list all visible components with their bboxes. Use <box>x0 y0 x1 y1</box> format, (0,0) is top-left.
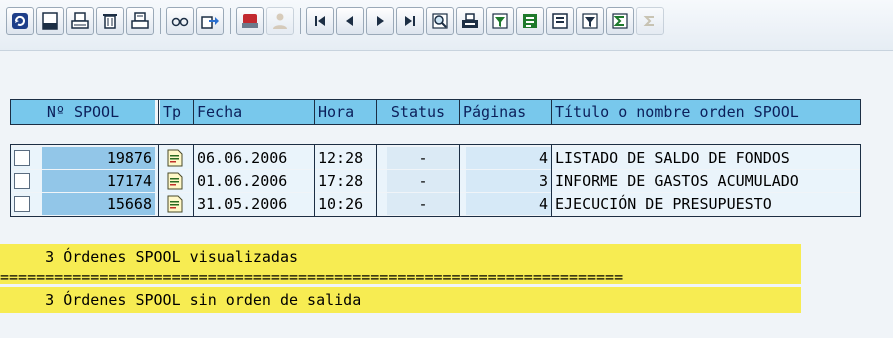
export-list-icon <box>523 14 537 28</box>
spool-number-cell[interactable]: 19876 <box>42 147 155 169</box>
display-contents-button[interactable] <box>36 7 64 35</box>
table-border <box>10 144 11 217</box>
status-cell: - <box>387 193 459 215</box>
print-with-changed-attributes-icon <box>131 12 149 29</box>
row-checkbox[interactable] <box>14 196 30 212</box>
output-device-icon <box>242 14 258 28</box>
column-divider <box>376 99 377 125</box>
column-divider <box>551 144 552 217</box>
filter-icon <box>492 13 508 29</box>
document-type-icon[interactable] <box>167 195 183 213</box>
summary-divider: ========================================… <box>0 270 624 284</box>
local-file-button[interactable] <box>546 7 574 35</box>
status-cell: - <box>387 170 459 192</box>
details-icon <box>171 17 189 27</box>
row-checkbox[interactable] <box>14 173 30 189</box>
refresh-icon <box>12 13 28 29</box>
time-cell: 12:28 <box>318 149 364 167</box>
column-header-time[interactable]: Hora <box>315 100 376 124</box>
sum-button[interactable] <box>606 7 634 35</box>
table-border <box>10 144 861 145</box>
first-page-button[interactable] <box>306 7 334 35</box>
document-type-icon[interactable] <box>167 172 183 190</box>
local-file-icon <box>552 13 568 29</box>
export-button[interactable] <box>196 7 224 35</box>
column-divider <box>459 144 460 217</box>
table-border <box>860 144 861 217</box>
find-button[interactable] <box>426 7 454 35</box>
title-cell: LISTADO DE SALDO DE FONDOS <box>555 149 790 167</box>
column-header-pages[interactable]: Páginas <box>460 100 551 124</box>
subtotal-icon <box>643 16 654 26</box>
delete-button[interactable] <box>96 7 124 35</box>
time-cell: 10:26 <box>318 195 364 213</box>
column-divider <box>459 99 460 125</box>
details-button[interactable] <box>166 7 194 35</box>
summary-displayed: 3 Órdenes SPOOL visualizadas <box>0 244 801 270</box>
column-header-date[interactable]: Fecha <box>194 100 314 124</box>
application-toolbar <box>0 0 893 51</box>
column-divider <box>376 144 377 217</box>
table-border <box>10 124 861 125</box>
column-header-status[interactable]: Status <box>377 100 459 124</box>
subtotal-button[interactable] <box>636 7 664 35</box>
column-header-type[interactable]: Tp <box>160 100 193 124</box>
print-with-changed-attributes-button[interactable] <box>126 7 154 35</box>
set-filter-icon <box>582 13 598 29</box>
table-border <box>860 99 861 125</box>
column-divider <box>314 144 315 217</box>
column-divider <box>193 99 194 125</box>
pages-cell: 4 <box>466 147 551 169</box>
time-cell: 17:28 <box>318 172 364 190</box>
status-cell: - <box>387 147 459 169</box>
title-cell: EJECUCIÓN DE PRESUPUESTO <box>555 195 772 213</box>
pages-cell: 3 <box>466 170 551 192</box>
table-border <box>10 216 861 217</box>
document-type-icon[interactable] <box>167 149 183 167</box>
pages-cell: 4 <box>466 193 551 215</box>
last-page-icon <box>405 16 415 26</box>
sum-icon <box>612 13 628 29</box>
toolbar-separator <box>300 8 301 34</box>
change-owner-button[interactable] <box>266 7 294 35</box>
column-divider <box>158 144 159 217</box>
previous-page-button[interactable] <box>336 7 364 35</box>
delete-icon <box>103 14 117 29</box>
print-button[interactable] <box>456 7 484 35</box>
toolbar-separator <box>160 8 161 34</box>
print-icon <box>462 13 478 28</box>
column-divider <box>158 99 159 125</box>
change-owner-icon <box>273 13 287 29</box>
set-filter-button[interactable] <box>576 7 604 35</box>
next-page-button[interactable] <box>366 7 394 35</box>
find-icon <box>432 13 448 29</box>
first-page-icon <box>315 16 325 26</box>
spool-number-cell[interactable]: 17174 <box>42 170 155 192</box>
column-header-spool-no[interactable]: Nº SPOOL <box>11 100 155 124</box>
export-icon <box>201 16 219 29</box>
column-divider <box>551 99 552 125</box>
title-cell: INFORME DE GASTOS ACUMULADO <box>555 172 799 190</box>
display-contents-icon <box>42 12 58 30</box>
date-cell: 06.06.2006 <box>197 149 288 167</box>
column-divider <box>314 99 315 125</box>
next-page-icon <box>377 16 384 26</box>
filter-button[interactable] <box>486 7 514 35</box>
row-checkbox[interactable] <box>14 150 30 166</box>
column-header-title[interactable]: Título o nombre orden SPOOL <box>552 100 860 124</box>
column-divider <box>193 144 194 217</box>
summary-no-output: 3 Órdenes SPOOL sin orden de salida <box>0 287 801 313</box>
toolbar-separator <box>230 8 231 34</box>
print-directly-button[interactable] <box>66 7 94 35</box>
spool-number-cell[interactable]: 15668 <box>42 193 155 215</box>
print-directly-icon <box>71 12 89 29</box>
output-device-button[interactable] <box>236 7 264 35</box>
date-cell: 01.06.2006 <box>197 172 288 190</box>
last-page-button[interactable] <box>396 7 424 35</box>
previous-page-icon <box>346 16 353 26</box>
export-list-button[interactable] <box>516 7 544 35</box>
refresh-button[interactable] <box>6 7 34 35</box>
table-border <box>10 99 11 125</box>
date-cell: 31.05.2006 <box>197 195 288 213</box>
